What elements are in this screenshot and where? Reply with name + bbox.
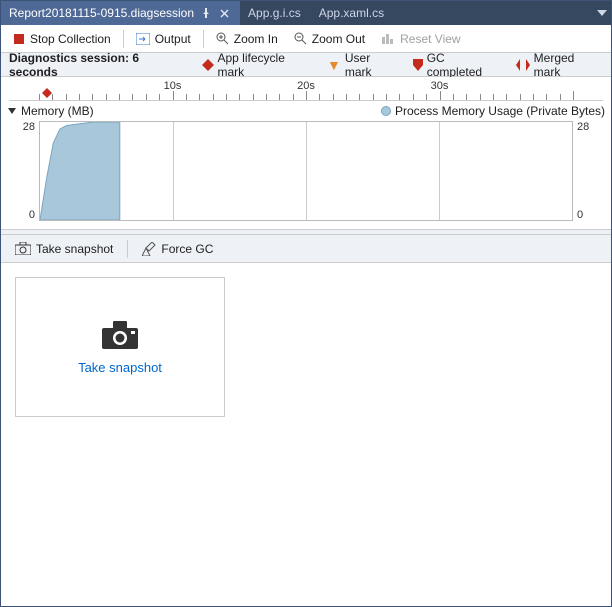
- tab-app-xaml-cs[interactable]: App.xaml.cs: [311, 1, 394, 25]
- snapshot-panel: Take snapshot: [1, 263, 611, 431]
- reset-view-label: Reset View: [400, 32, 460, 46]
- diamond-red-icon: [202, 59, 214, 71]
- session-duration: Diagnostics session: 6 seconds: [9, 51, 188, 79]
- tab-app-g-i-cs[interactable]: App.g.i.cs: [240, 1, 311, 25]
- zoom-out-button[interactable]: Zoom Out: [288, 30, 371, 48]
- zoom-out-icon: [294, 32, 307, 45]
- memory-section-header[interactable]: Memory (MB) Process Memory Usage (Privat…: [1, 101, 611, 121]
- tab-bar: Report20181115-0915.diagsession App.g.i.…: [1, 1, 611, 25]
- memory-chart[interactable]: 28 0 28 0: [9, 121, 603, 221]
- tab-label: App.xaml.cs: [319, 6, 384, 20]
- memory-header-label: Memory (MB): [21, 104, 94, 118]
- merged-mark-icon: [516, 59, 530, 71]
- output-label: Output: [155, 32, 191, 46]
- tab-label: App.g.i.cs: [248, 6, 301, 20]
- force-gc-button[interactable]: Force GC: [136, 240, 219, 258]
- legend-gc-completed: GC completed: [413, 51, 502, 79]
- stop-label: Stop Collection: [30, 32, 111, 46]
- broom-icon: [142, 242, 156, 256]
- chart-plot-area: [39, 121, 573, 221]
- take-snapshot-button[interactable]: Take snapshot: [9, 240, 119, 258]
- y-axis-left: 28 0: [9, 121, 39, 221]
- toolbar: Stop Collection Output Zoom In Zoom Out …: [1, 25, 611, 53]
- zoom-in-icon: [216, 32, 229, 45]
- take-snapshot-card[interactable]: Take snapshot: [15, 277, 225, 417]
- gc-mark-icon: [413, 59, 423, 71]
- tab-report[interactable]: Report20181115-0915.diagsession: [1, 1, 240, 25]
- zoom-in-label: Zoom In: [234, 32, 278, 46]
- camera-large-icon: [101, 320, 139, 350]
- zoom-in-button[interactable]: Zoom In: [210, 30, 284, 48]
- reset-view-icon: [381, 33, 395, 45]
- ruler-tick-label: 10s: [164, 80, 182, 92]
- collapse-icon: [7, 106, 17, 116]
- tab-overflow-menu[interactable]: [593, 1, 611, 25]
- reset-view-button[interactable]: Reset View: [375, 30, 466, 48]
- time-ruler[interactable]: 10s 20s 30s: [9, 77, 603, 101]
- legend-merged-mark: Merged mark: [516, 51, 603, 79]
- close-icon[interactable]: [218, 7, 230, 19]
- triangle-down-icon: ▼: [327, 58, 341, 72]
- output-button[interactable]: Output: [130, 30, 197, 48]
- take-snapshot-link[interactable]: Take snapshot: [78, 360, 162, 375]
- y-axis-right: 28 0: [573, 121, 603, 221]
- output-icon: [136, 33, 150, 45]
- series-dot-icon: [381, 106, 391, 116]
- legend-user-mark: ▼ User mark: [327, 51, 399, 79]
- app-lifecycle-mark: [42, 88, 52, 98]
- zoom-out-label: Zoom Out: [312, 32, 365, 46]
- diagnostics-info-bar: Diagnostics session: 6 seconds App lifec…: [1, 53, 611, 77]
- legend-app-lifecycle: App lifecycle mark: [202, 51, 313, 79]
- stop-collection-button[interactable]: Stop Collection: [7, 30, 117, 48]
- pin-icon[interactable]: [200, 7, 212, 19]
- tab-label: Report20181115-0915.diagsession: [9, 6, 194, 20]
- memory-series-legend: Process Memory Usage (Private Bytes): [381, 104, 605, 118]
- ruler-tick-label: 30s: [431, 80, 449, 92]
- action-bar: Take snapshot Force GC: [1, 235, 611, 263]
- ruler-tick-label: 20s: [297, 80, 315, 92]
- camera-icon: [15, 242, 31, 255]
- stop-icon: [13, 33, 25, 45]
